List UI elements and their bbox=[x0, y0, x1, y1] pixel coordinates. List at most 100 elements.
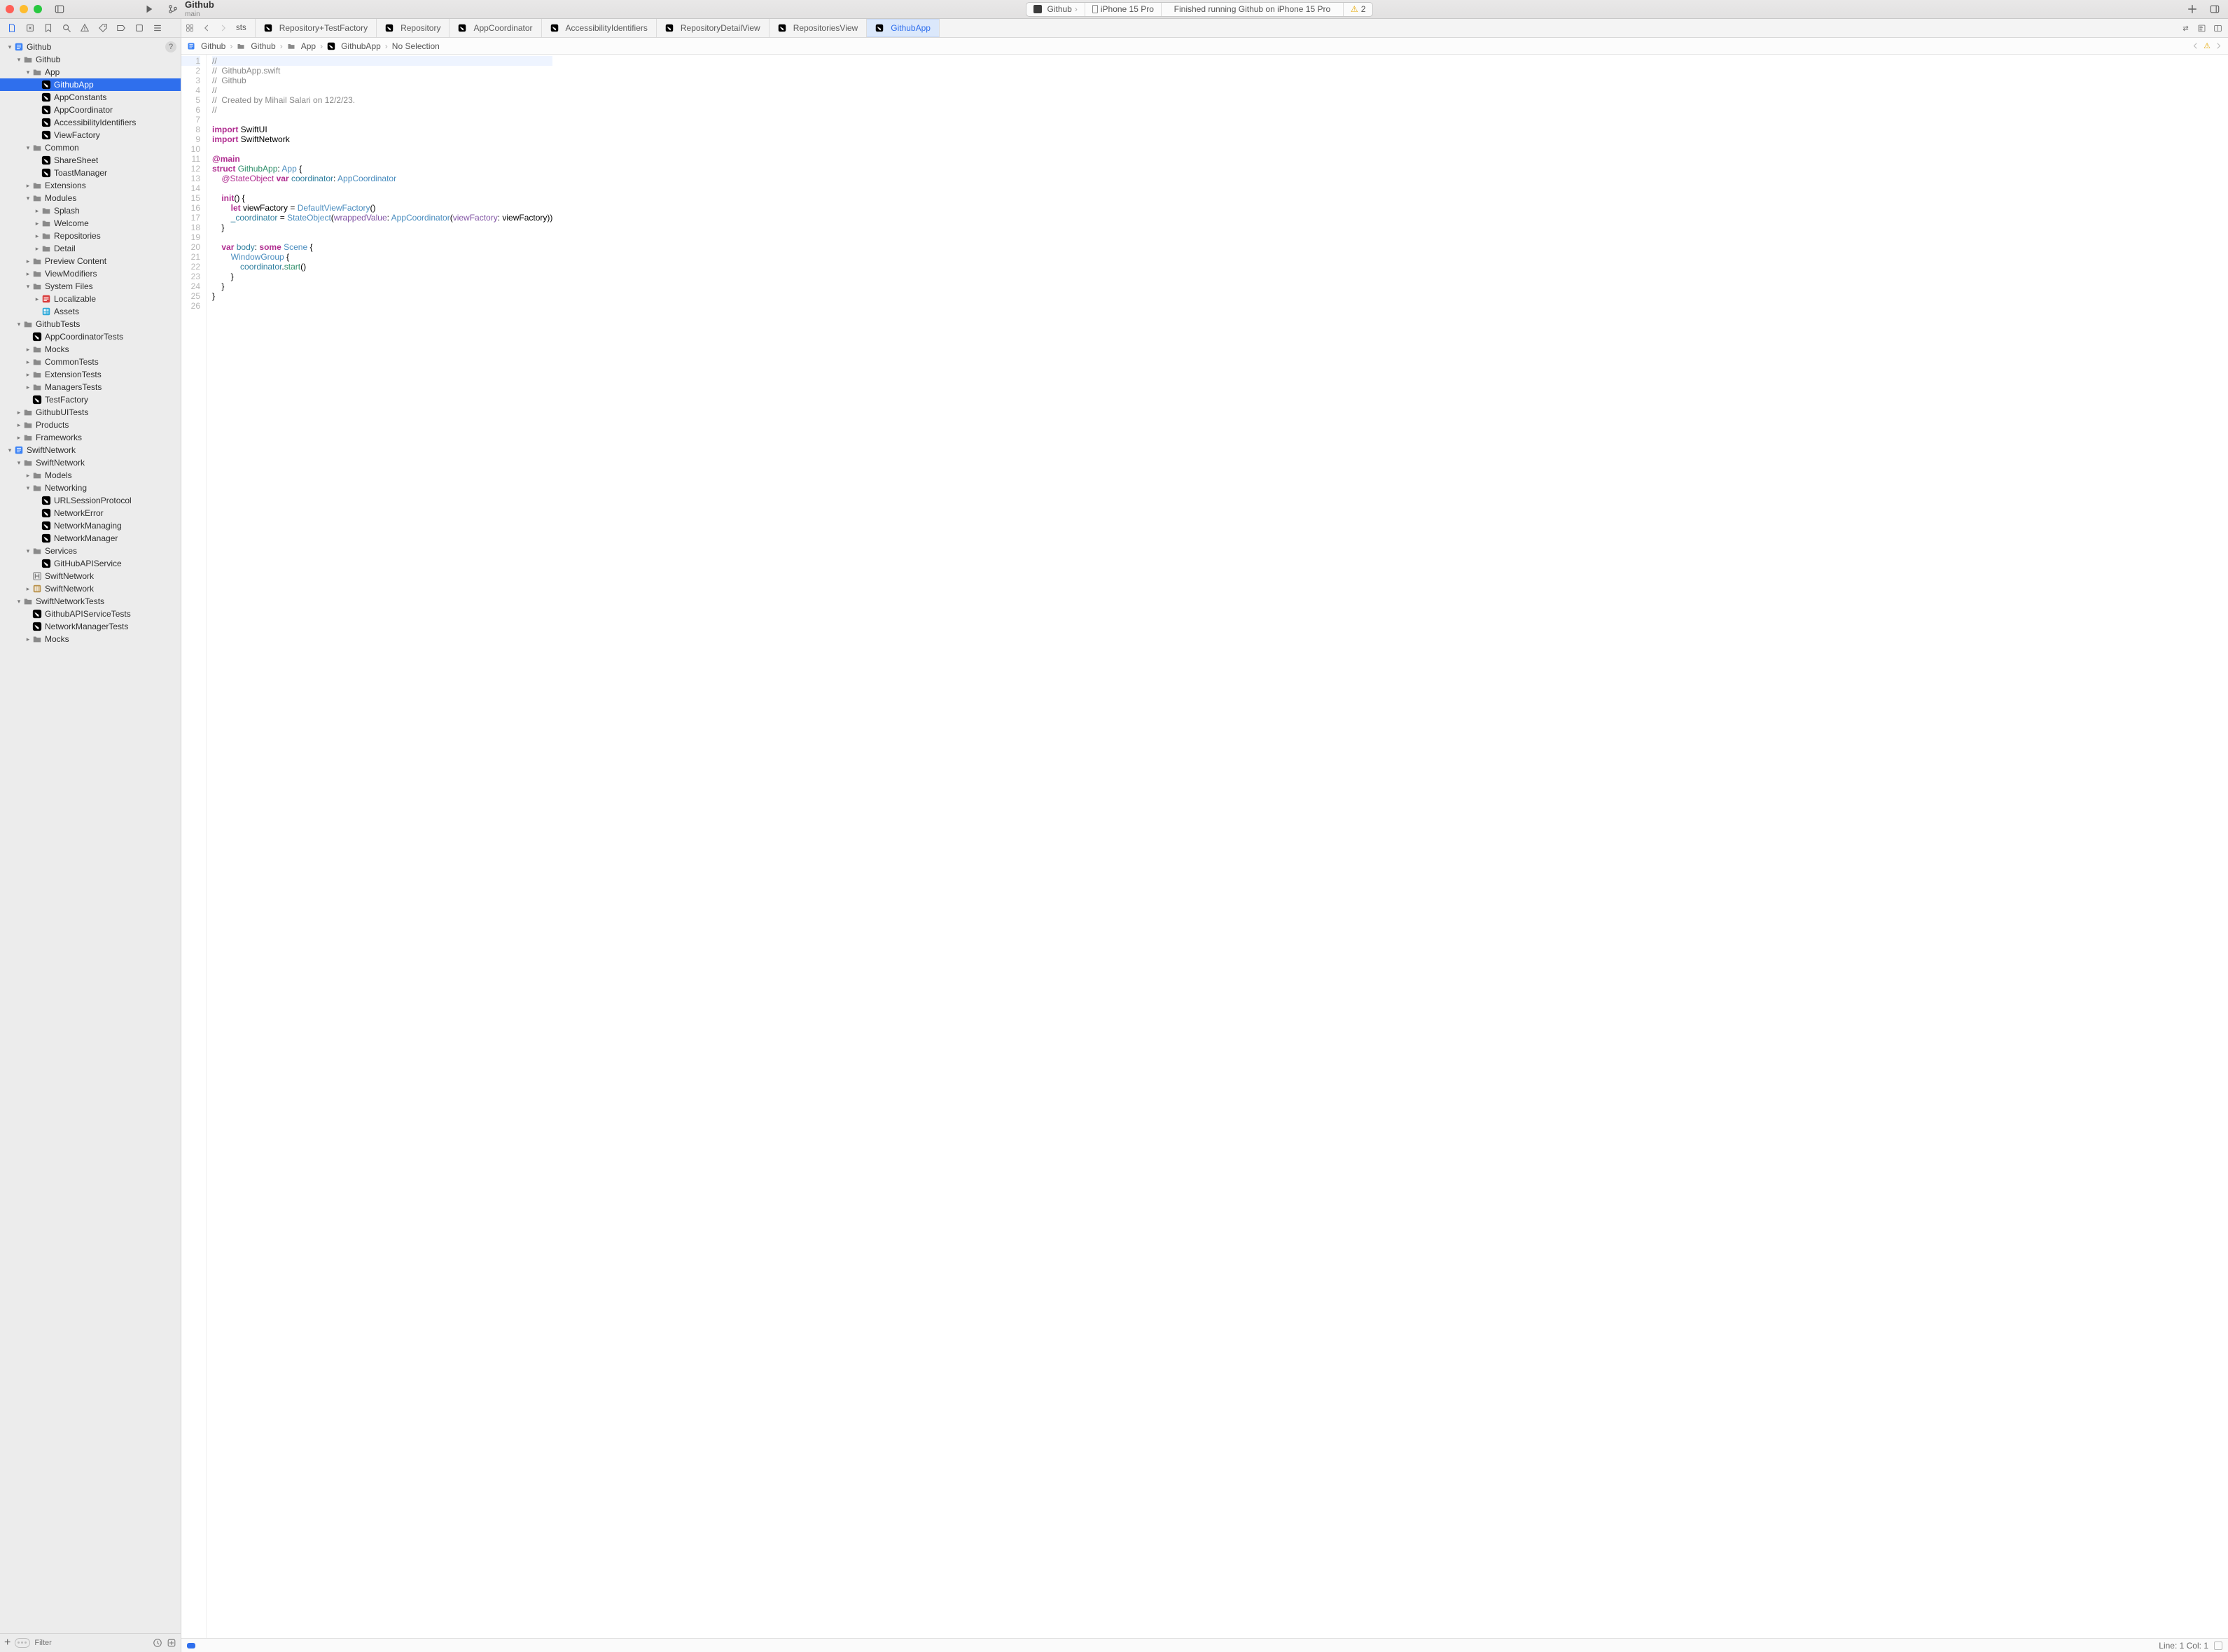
jump-root[interactable]: Github bbox=[201, 41, 225, 51]
nav-item-github[interactable]: ▾Github? bbox=[0, 41, 181, 53]
add-button[interactable]: + bbox=[4, 1637, 11, 1648]
nav-item-appcoordinatortests[interactable]: AppCoordinatorTests bbox=[0, 330, 181, 343]
nav-item-githubuitests[interactable]: ▸GithubUITests bbox=[0, 406, 181, 419]
jump-file[interactable]: GithubApp bbox=[341, 41, 381, 51]
report-navigator-tab[interactable] bbox=[153, 23, 162, 33]
tab-accessibilityidentifiers[interactable]: AccessibilityIdentifiers bbox=[542, 19, 657, 37]
tab-githubapp[interactable]: GithubApp bbox=[867, 19, 940, 37]
nav-item-preview-content[interactable]: ▸Preview Content bbox=[0, 255, 181, 267]
help-button[interactable]: ? bbox=[165, 41, 176, 52]
related-items-button[interactable] bbox=[181, 19, 198, 37]
nav-item-system-files[interactable]: ▾System Files bbox=[0, 280, 181, 293]
nav-item-detail[interactable]: ▸Detail bbox=[0, 242, 181, 255]
nav-item-services[interactable]: ▾Services bbox=[0, 545, 181, 557]
disclosure-triangle[interactable]: ▾ bbox=[15, 56, 23, 64]
source-editor[interactable]: 1234567891011121314151617181920212223242… bbox=[181, 55, 2228, 1638]
filter-scope-button[interactable] bbox=[15, 1638, 30, 1648]
disclosure-triangle[interactable]: ▾ bbox=[15, 321, 23, 328]
disclosure-triangle[interactable]: ▸ bbox=[24, 636, 32, 643]
window-close-button[interactable] bbox=[6, 5, 14, 13]
nav-item-models[interactable]: ▸Models bbox=[0, 469, 181, 482]
nav-item-githubapiservice[interactable]: GitHubAPIService bbox=[0, 557, 181, 570]
nav-item-repositories[interactable]: ▸Repositories bbox=[0, 230, 181, 242]
tab-repositoriesview[interactable]: RepositoriesView bbox=[770, 19, 868, 37]
code-text[interactable]: //// GithubApp.swift// Github//// Create… bbox=[207, 55, 552, 1638]
nav-item-networkmanager[interactable]: NetworkManager bbox=[0, 532, 181, 545]
nav-item-githubtests[interactable]: ▾GithubTests bbox=[0, 318, 181, 330]
disclosure-triangle[interactable]: ▾ bbox=[24, 69, 32, 76]
nav-item-appcoordinator[interactable]: AppCoordinator bbox=[0, 104, 181, 116]
disclosure-triangle[interactable]: ▾ bbox=[24, 195, 32, 202]
disclosure-triangle[interactable]: ▸ bbox=[33, 220, 41, 227]
tab-appcoordinator[interactable]: AppCoordinator bbox=[450, 19, 541, 37]
disclosure-triangle[interactable]: ▸ bbox=[24, 585, 32, 593]
disclosure-triangle[interactable]: ▸ bbox=[33, 295, 41, 303]
nav-item-githubapiservicetests[interactable]: GithubAPIServiceTests bbox=[0, 608, 181, 620]
find-navigator-tab[interactable] bbox=[62, 23, 71, 33]
code-review-button[interactable] bbox=[2181, 24, 2190, 33]
tab-repository[interactable]: Repository bbox=[377, 19, 450, 37]
disclosure-triangle[interactable]: ▸ bbox=[24, 182, 32, 190]
disclosure-triangle[interactable]: ▸ bbox=[24, 384, 32, 391]
issues-indicator[interactable]: ⚠︎ 2 bbox=[1344, 3, 1372, 16]
nav-item-urlsessionprotocol[interactable]: URLSessionProtocol bbox=[0, 494, 181, 507]
debug-navigator-tab[interactable] bbox=[116, 23, 126, 33]
prev-issue-button[interactable] bbox=[2192, 42, 2199, 50]
window-zoom-button[interactable] bbox=[34, 5, 42, 13]
scm-filter-button[interactable] bbox=[167, 1638, 176, 1648]
next-issue-button[interactable] bbox=[2215, 42, 2222, 50]
disclosure-triangle[interactable]: ▸ bbox=[24, 371, 32, 379]
nav-item-viewmodifiers[interactable]: ▸ViewModifiers bbox=[0, 267, 181, 280]
add-editor-button[interactable] bbox=[2213, 24, 2222, 33]
nav-item-localizable[interactable]: ▸Localizable bbox=[0, 293, 181, 305]
nav-item-swiftnetwork[interactable]: ▸SwiftNetwork bbox=[0, 582, 181, 595]
forward-button[interactable] bbox=[215, 19, 232, 37]
nav-item-mocks[interactable]: ▸Mocks bbox=[0, 343, 181, 356]
nav-item-modules[interactable]: ▾Modules bbox=[0, 192, 181, 204]
nav-item-swiftnetwork[interactable]: SwiftNetwork bbox=[0, 570, 181, 582]
disclosure-triangle[interactable]: ▸ bbox=[33, 232, 41, 240]
nav-item-welcome[interactable]: ▸Welcome bbox=[0, 217, 181, 230]
disclosure-triangle[interactable]: ▸ bbox=[33, 207, 41, 215]
disclosure-triangle[interactable]: ▾ bbox=[24, 144, 32, 152]
jump-subgroup[interactable]: App bbox=[301, 41, 316, 51]
project-navigator[interactable]: ▾Github?▾Github▾AppGithubAppAppConstants… bbox=[0, 38, 181, 1633]
disclosure-triangle[interactable]: ▾ bbox=[6, 43, 14, 51]
breakpoint-navigator-tab[interactable] bbox=[134, 23, 144, 33]
nav-item-common[interactable]: ▾Common bbox=[0, 141, 181, 154]
tab-repository-testfactory[interactable]: Repository+TestFactory bbox=[256, 19, 377, 37]
project-navigator-tab[interactable] bbox=[7, 23, 17, 33]
disclosure-triangle[interactable]: ▸ bbox=[15, 409, 23, 416]
nav-item-networkmanaging[interactable]: NetworkManaging bbox=[0, 519, 181, 532]
disclosure-triangle[interactable]: ▾ bbox=[15, 598, 23, 606]
adjust-editor-options-button[interactable] bbox=[2197, 24, 2206, 33]
nav-item-managerstests[interactable]: ▸ManagersTests bbox=[0, 381, 181, 393]
nav-item-swiftnetwork[interactable]: ▾SwiftNetwork bbox=[0, 456, 181, 469]
nav-item-splash[interactable]: ▸Splash bbox=[0, 204, 181, 217]
jump-selection[interactable]: No Selection bbox=[392, 41, 440, 51]
debug-bar-indicator[interactable] bbox=[187, 1643, 195, 1648]
nav-item-commontests[interactable]: ▸CommonTests bbox=[0, 356, 181, 368]
nav-item-frameworks[interactable]: ▸Frameworks bbox=[0, 431, 181, 444]
disclosure-triangle[interactable]: ▸ bbox=[24, 472, 32, 479]
disclosure-triangle[interactable]: ▾ bbox=[24, 283, 32, 290]
disclosure-triangle[interactable]: ▸ bbox=[24, 270, 32, 278]
disclosure-triangle[interactable]: ▸ bbox=[15, 421, 23, 429]
back-button[interactable] bbox=[198, 19, 215, 37]
nav-item-networkmanagertests[interactable]: NetworkManagerTests bbox=[0, 620, 181, 633]
bookmark-navigator-tab[interactable] bbox=[43, 23, 53, 33]
nav-item-assets[interactable]: Assets bbox=[0, 305, 181, 318]
destination-selector[interactable]: iPhone 15 Pro bbox=[1085, 3, 1162, 16]
toggle-debug-area-button[interactable] bbox=[2214, 1642, 2222, 1650]
nav-item-networking[interactable]: ▾Networking bbox=[0, 482, 181, 494]
window-minimize-button[interactable] bbox=[20, 5, 28, 13]
disclosure-triangle[interactable]: ▸ bbox=[33, 245, 41, 253]
filter-field[interactable] bbox=[34, 1639, 148, 1647]
project-title[interactable]: Github main bbox=[185, 0, 214, 18]
disclosure-triangle[interactable]: ▸ bbox=[15, 434, 23, 442]
nav-item-extensions[interactable]: ▸Extensions bbox=[0, 179, 181, 192]
nav-item-swiftnetworktests[interactable]: ▾SwiftNetworkTests bbox=[0, 595, 181, 608]
disclosure-triangle[interactable]: ▾ bbox=[24, 547, 32, 555]
source-control-navigator-tab[interactable] bbox=[25, 23, 35, 33]
nav-item-appconstants[interactable]: AppConstants bbox=[0, 91, 181, 104]
